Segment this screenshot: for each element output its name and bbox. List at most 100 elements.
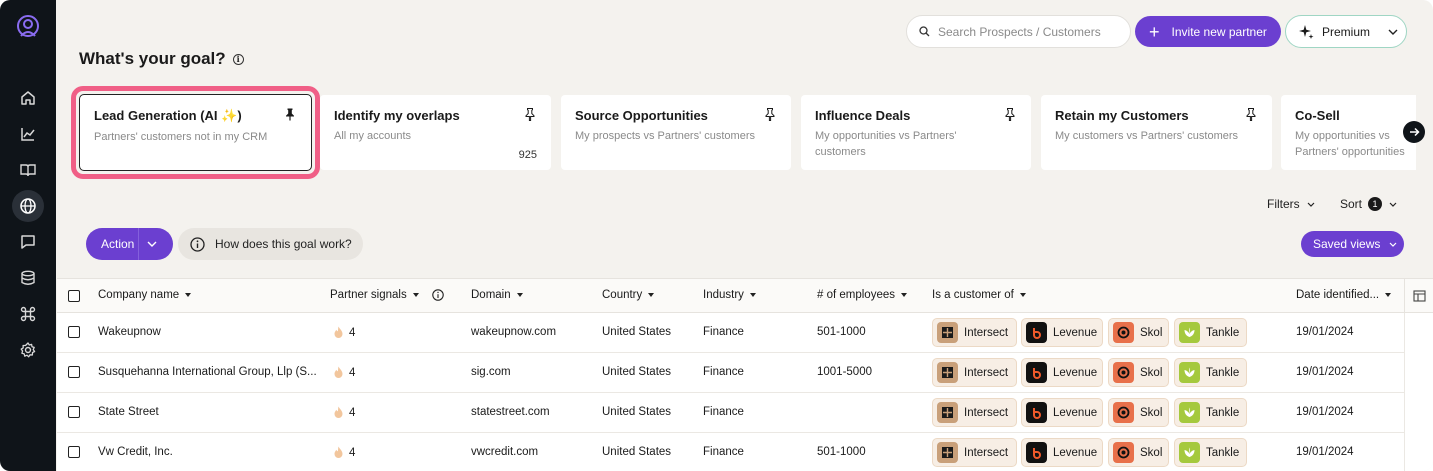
partner-chip-skol[interactable]: Skol — [1108, 318, 1169, 347]
goal-card-source-opportunities[interactable]: Source Opportunities My prospects vs Par… — [561, 95, 791, 170]
info-circle-icon[interactable] — [431, 289, 444, 301]
partner-chip-tankle[interactable]: Tankle — [1174, 398, 1247, 427]
table-row[interactable]: Susquehanna International Group, Llp (S.… — [57, 353, 1404, 393]
filters-dropdown[interactable]: Filters — [1267, 197, 1315, 211]
premium-button[interactable]: Premium — [1285, 15, 1407, 48]
how-goal-works-button[interactable]: How does this goal work? — [178, 228, 363, 260]
intersect-logo-icon — [937, 362, 958, 383]
partner-chip-levenue[interactable]: Levenue — [1021, 438, 1103, 467]
cell-company[interactable]: State Street — [98, 406, 159, 418]
table-row[interactable]: Wakeupnow 4 wakeupnow.com United States … — [57, 313, 1404, 353]
partner-chip-intersect[interactable]: Intersect — [932, 398, 1017, 427]
scroll-right-button[interactable] — [1403, 121, 1425, 143]
goal-title: Retain my Customers — [1055, 108, 1189, 123]
sidebar-item-settings[interactable] — [12, 334, 44, 366]
tankle-logo-icon — [1179, 322, 1200, 343]
cell-company[interactable]: Vw Credit, Inc. — [98, 446, 173, 458]
plus-icon: + — [1149, 21, 1160, 42]
invite-partner-button[interactable]: + Invite new partner — [1135, 16, 1281, 47]
columns-icon — [1412, 290, 1426, 302]
column-header-customer-of[interactable]: Is a customer of — [932, 289, 1026, 301]
search-box[interactable] — [906, 15, 1131, 48]
column-header-company[interactable]: Company name — [98, 289, 192, 301]
column-header-country[interactable]: Country — [602, 289, 655, 301]
goal-card-identify-overlaps[interactable]: Identify my overlaps All my accounts 925 — [320, 95, 551, 170]
partner-chip-levenue[interactable]: Levenue — [1021, 358, 1103, 387]
sidebar-item-analytics[interactable] — [12, 118, 44, 150]
sidebar-item-messages[interactable] — [12, 226, 44, 258]
goal-card-lead-generation[interactable]: Lead Generation (AI ✨) Partners' custome… — [79, 94, 312, 171]
partner-chip-tankle[interactable]: Tankle — [1174, 438, 1247, 467]
reveal-logo-icon[interactable] — [16, 14, 40, 40]
cell-domain: sig.com — [471, 366, 511, 378]
info-icon[interactable]: i — [232, 53, 244, 65]
partner-chip-skol[interactable]: Skol — [1108, 438, 1169, 467]
goal-title: Source Opportunities — [575, 108, 708, 123]
row-checkbox[interactable] — [68, 406, 80, 418]
sidebar-item-network[interactable] — [12, 190, 44, 222]
partner-chip-skol[interactable]: Skol — [1108, 358, 1169, 387]
column-header-date-identified[interactable]: Date identified... — [1296, 289, 1392, 301]
column-settings-button[interactable] — [1404, 279, 1433, 313]
goal-card-co-sell[interactable]: Co-Sell My opportunities vs Partners' op… — [1281, 95, 1416, 170]
goal-title: Co-Sell — [1295, 108, 1340, 123]
row-checkbox[interactable] — [68, 366, 80, 378]
partner-chip-levenue[interactable]: Levenue — [1021, 318, 1103, 347]
partner-chip-intersect[interactable]: Intersect — [932, 318, 1017, 347]
search-input[interactable] — [938, 24, 1118, 39]
row-checkbox[interactable] — [68, 326, 80, 338]
sparkle-icon: ✨ — [221, 108, 238, 123]
intersect-logo-icon — [937, 402, 958, 423]
partner-chip-tankle[interactable]: Tankle — [1174, 318, 1247, 347]
column-divider — [1404, 313, 1405, 471]
app-window: + Invite new partner Premium What's your… — [0, 0, 1433, 471]
chevron-down-icon — [147, 241, 157, 247]
chevron-down-icon — [1388, 29, 1398, 35]
column-header-domain[interactable]: Domain — [471, 289, 523, 301]
goal-card-influence-deals[interactable]: Influence Deals My opportunities vs Part… — [801, 95, 1031, 170]
row-checkbox[interactable] — [68, 446, 80, 458]
action-button[interactable]: Action — [86, 228, 173, 260]
flame-icon — [334, 366, 343, 378]
sort-caret-icon — [648, 293, 655, 297]
cell-company[interactable]: Wakeupnow — [98, 326, 161, 338]
sidebar-item-home[interactable] — [12, 82, 44, 114]
command-icon — [20, 306, 36, 322]
filters-label: Filters — [1267, 197, 1300, 211]
partner-chip-intersect[interactable]: Intersect — [932, 358, 1017, 387]
sidebar-item-commands[interactable] — [12, 298, 44, 330]
cell-company[interactable]: Susquehanna International Group, Llp (S.… — [98, 366, 317, 378]
sort-dropdown[interactable]: Sort 1 — [1340, 197, 1397, 211]
pin-icon[interactable] — [1246, 108, 1256, 121]
select-all-checkbox[interactable] — [68, 290, 80, 302]
sidebar-item-book[interactable] — [12, 154, 44, 186]
info-circle-icon — [190, 236, 205, 252]
column-header-industry[interactable]: Industry — [703, 289, 756, 301]
table-row[interactable]: Vw Credit, Inc. 4 vwcredit.com United St… — [57, 433, 1404, 471]
pin-icon[interactable] — [285, 108, 295, 121]
saved-views-label: Saved views — [1313, 237, 1381, 251]
partner-chip-levenue[interactable]: Levenue — [1021, 398, 1103, 427]
sort-label: Sort — [1340, 197, 1363, 211]
partner-chip-skol[interactable]: Skol — [1108, 398, 1169, 427]
pin-icon[interactable] — [765, 108, 775, 121]
partner-chip-intersect[interactable]: Intersect — [932, 438, 1017, 467]
database-icon — [21, 270, 35, 285]
cell-industry: Finance — [703, 446, 744, 458]
search-icon — [919, 26, 930, 37]
partner-chip-tankle[interactable]: Tankle — [1174, 358, 1247, 387]
cell-date-identified: 19/01/2024 — [1296, 326, 1354, 338]
column-header-partner-signals[interactable]: Partner signals — [330, 289, 444, 301]
column-header-employees[interactable]: # of employees — [817, 289, 907, 301]
saved-views-button[interactable]: Saved views — [1301, 231, 1404, 257]
goal-title: Identify my overlaps — [334, 108, 460, 123]
pin-icon[interactable] — [1005, 108, 1015, 121]
levenue-logo-icon — [1026, 362, 1047, 383]
cell-country: United States — [602, 406, 672, 418]
table-row[interactable]: State Street 4 statestreet.com United St… — [57, 393, 1404, 433]
cell-employees: 1001-5000 — [817, 366, 872, 378]
cell-country: United States — [602, 446, 672, 458]
goal-card-retain-customers[interactable]: Retain my Customers My customers vs Part… — [1041, 95, 1272, 170]
pin-icon[interactable] — [525, 108, 535, 121]
sidebar-item-data[interactable] — [12, 262, 44, 294]
